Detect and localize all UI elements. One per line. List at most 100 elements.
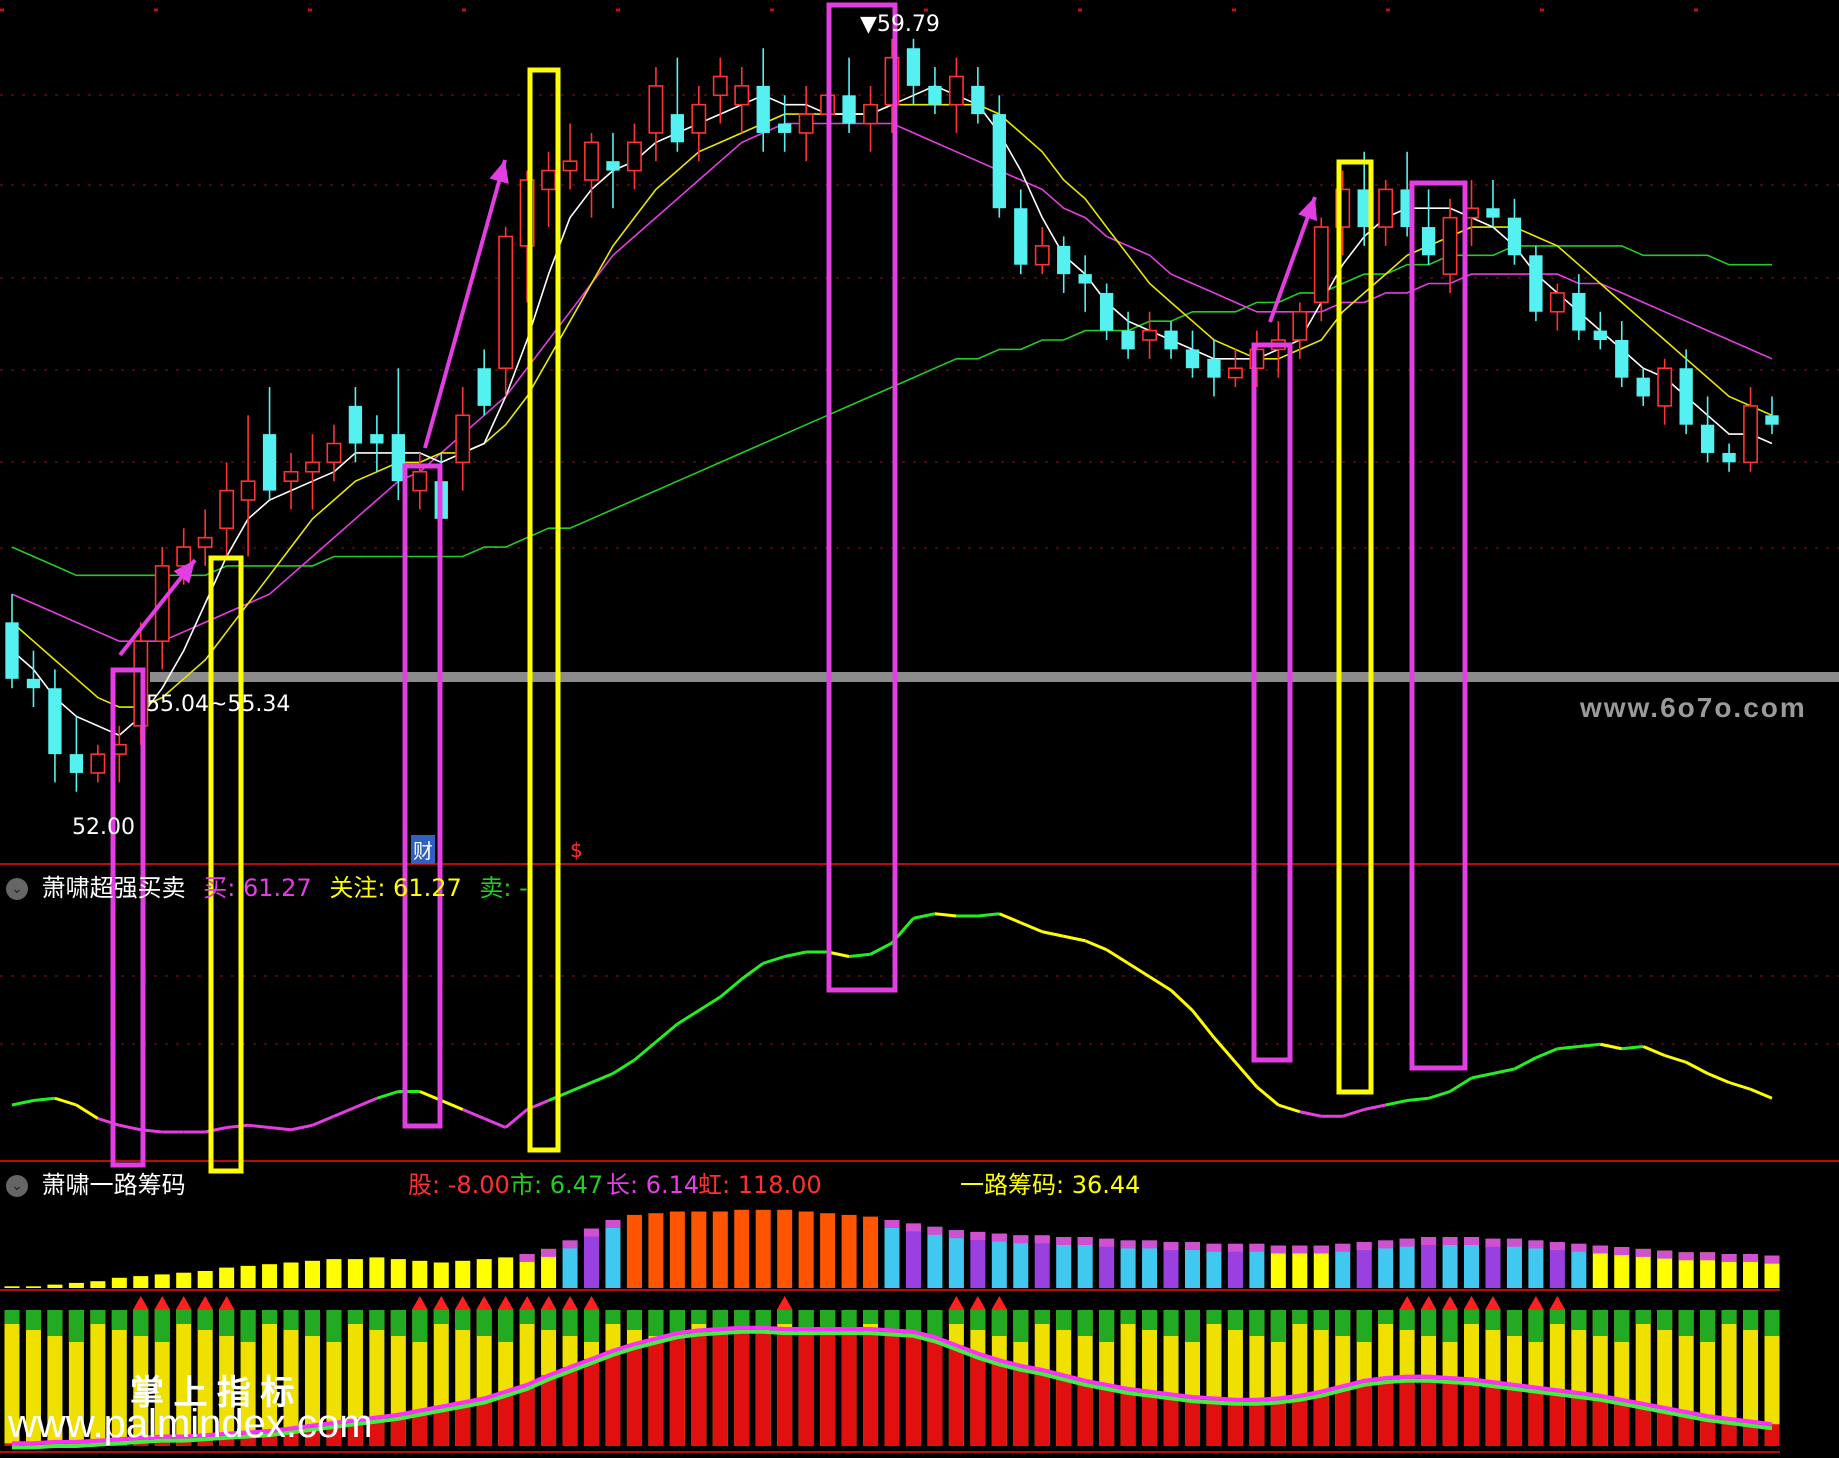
stack-bar-red: [669, 1333, 685, 1446]
stack-bar-green: [154, 1310, 170, 1342]
signal-line-segment: [376, 1090, 399, 1100]
stack-bar-green: [1421, 1310, 1437, 1336]
stack-bar-green: [262, 1310, 278, 1324]
chip-bar-cap: [541, 1248, 557, 1257]
signal-line-segment: [1449, 1076, 1473, 1093]
stack-bar-red: [1013, 1365, 1029, 1446]
signal-line-segment: [869, 941, 893, 956]
chip-bar-cap: [1249, 1243, 1265, 1252]
candle-body: [1313, 226, 1329, 304]
stack-bar-red: [1184, 1397, 1200, 1446]
signal-line-segment: [719, 977, 743, 999]
stack-bar-red: [1442, 1378, 1458, 1446]
chip-bar-cap: [1099, 1238, 1115, 1247]
chip-bar: [68, 1282, 84, 1288]
signal-line-segment: [1041, 930, 1065, 938]
stack-bar-red: [712, 1329, 728, 1446]
chip-bar-cap: [1421, 1237, 1437, 1245]
candle-body: [1636, 377, 1650, 397]
stack-bar-green: [90, 1310, 106, 1324]
buy-triangle-icon: [519, 1296, 536, 1310]
signal-line-segment: [1513, 1056, 1537, 1071]
signal-line-segment: [311, 1114, 335, 1127]
panel2-title: 萧啸超强买卖: [41, 874, 186, 902]
candle-body: [176, 546, 192, 567]
chevron-down-icon[interactable]: ⌄: [6, 1175, 28, 1197]
candle-body: [756, 85, 770, 133]
panel3-yilu: 一路筹码: 36.44: [960, 1171, 1141, 1199]
stack-bar-green: [47, 1310, 63, 1336]
chip-bar: [498, 1257, 514, 1288]
stack-bar-red: [1313, 1391, 1329, 1446]
stack-bar-red: [1399, 1376, 1415, 1446]
stack-bar-red: [1163, 1394, 1179, 1446]
chip-bar: [133, 1276, 149, 1288]
stack-bar-green: [1099, 1310, 1115, 1342]
stack-bar-red: [1571, 1392, 1587, 1446]
stack-bar-red: [476, 1398, 492, 1446]
signal-line-segment: [226, 1123, 249, 1129]
stack-bar-green: [1013, 1310, 1029, 1342]
stack-bar-red: [1335, 1386, 1351, 1446]
signal-line-segment: [1234, 1061, 1259, 1088]
stack-bar-green: [648, 1310, 664, 1336]
stack-bar-red: [1485, 1382, 1501, 1446]
stack-bar-green: [176, 1310, 192, 1324]
panel3-shi: 市: 6.47: [510, 1171, 604, 1199]
buy-triangle-icon: [583, 1296, 600, 1310]
signal-line-segment: [590, 1072, 614, 1084]
candle-body: [498, 235, 514, 370]
stack-bar-green: [541, 1310, 557, 1330]
signal-line-segment: [1020, 921, 1043, 934]
stack-bar-red: [1592, 1395, 1608, 1446]
buy-triangle-icon: [991, 1296, 1008, 1310]
chip-bar: [25, 1286, 41, 1288]
chip-bar-cap: [1378, 1240, 1394, 1249]
chip-bar: [648, 1213, 664, 1288]
chip-bar-cap: [1313, 1245, 1329, 1254]
buy-triangle-icon: [497, 1296, 514, 1310]
signal-line-segment: [1406, 1096, 1429, 1102]
chevron-down-icon[interactable]: ⌄: [6, 878, 28, 900]
chip-bar-cap: [1206, 1243, 1222, 1252]
candle-body: [1679, 368, 1693, 425]
chip-bar-cap: [1292, 1245, 1308, 1254]
buy-triangle-icon: [411, 1296, 428, 1310]
buy-triangle-icon: [1442, 1296, 1459, 1310]
candle-body: [1099, 292, 1114, 331]
ma10-line: [11, 103, 1773, 708]
signal-line-segment: [1169, 989, 1194, 1012]
candle-body: [1078, 274, 1092, 284]
chip-bar: [970, 1231, 986, 1288]
chip-bar: [240, 1265, 256, 1288]
candle-body: [712, 75, 728, 97]
stack-bar-green: [1249, 1310, 1265, 1336]
candle-body: [734, 85, 750, 106]
signal-line-segment: [1621, 1045, 1644, 1051]
chip-bar-cap: [1335, 1243, 1351, 1252]
signal-line-segment: [1255, 1085, 1280, 1107]
chip-bar: [905, 1223, 921, 1288]
stack-bar-green: [1206, 1310, 1222, 1324]
stack-bar-red: [1528, 1387, 1544, 1446]
buy-triangle-icon: [1463, 1296, 1480, 1310]
signal-line-segment: [1728, 1081, 1751, 1091]
chip-bar: [584, 1228, 600, 1288]
buy-triangle-icon: [1527, 1296, 1544, 1310]
stack-bar-green: [970, 1310, 986, 1330]
stack-bar-red: [1270, 1398, 1286, 1446]
highlight-box-magenta: [826, 2, 898, 993]
signal-line-segment: [504, 1108, 529, 1129]
signal-line-segment: [848, 952, 871, 958]
buy-triangle-icon: [969, 1296, 986, 1310]
candle-body: [326, 442, 342, 464]
panel3-chang: 长: 6.14: [606, 1171, 700, 1199]
candle-body: [370, 434, 384, 444]
stack-bar-green: [584, 1310, 600, 1342]
stack-bar-green: [412, 1310, 428, 1342]
stack-bar-green: [476, 1310, 492, 1336]
stack-bar-red: [820, 1329, 836, 1446]
chip-bar: [863, 1216, 879, 1288]
chip-bar: [47, 1284, 63, 1288]
signal-line-segment: [1105, 948, 1129, 965]
